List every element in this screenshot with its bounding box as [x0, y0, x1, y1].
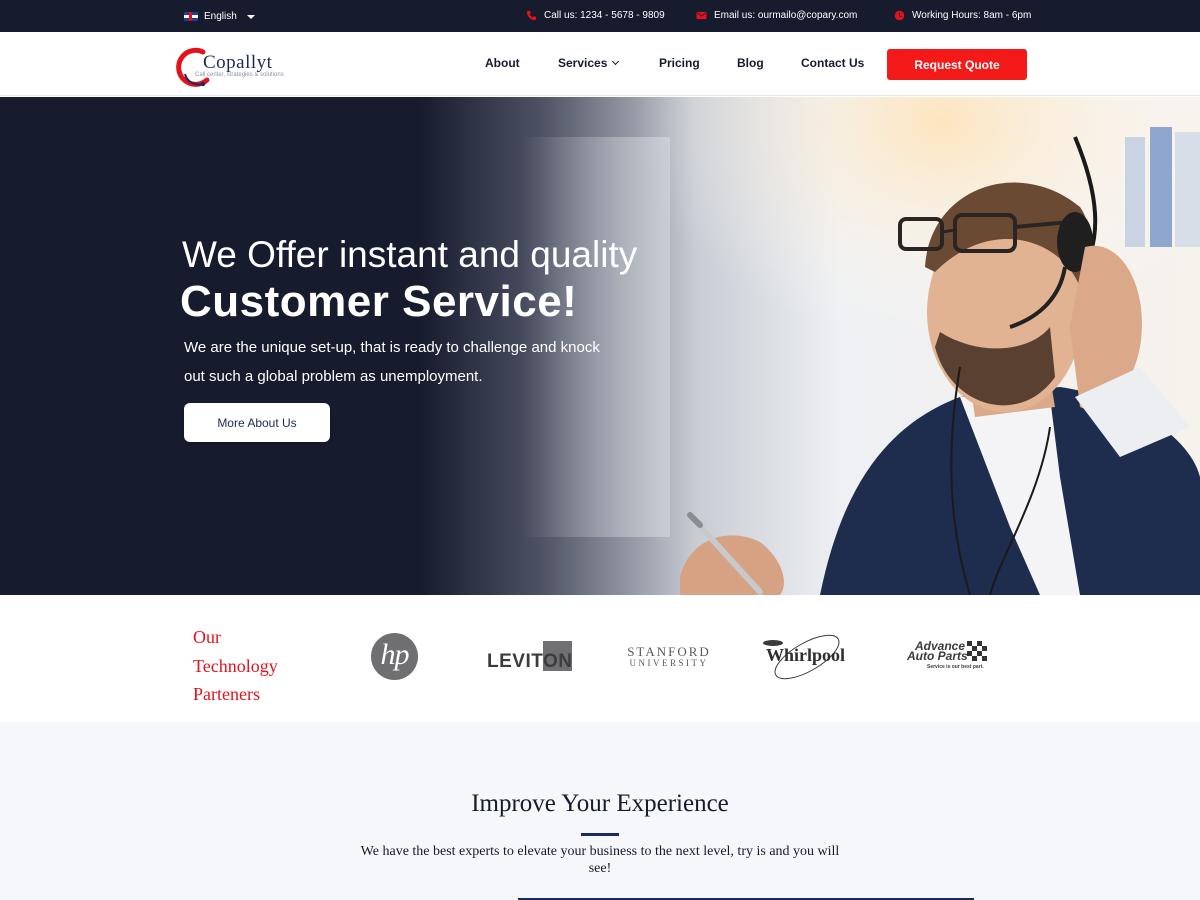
- advance-logo-line2: Auto Parts: [907, 649, 968, 663]
- language-selector[interactable]: English: [184, 11, 255, 22]
- partners-heading-line3: Parteners: [193, 684, 260, 704]
- stanford-logo-line2: UNIVERSITY: [629, 658, 709, 668]
- partners-heading-line2: Technology: [193, 655, 278, 676]
- caret-down-icon: [246, 14, 255, 19]
- top-bar: English Call us: 1234 - 5678 - 9809 Emai…: [0, 0, 1200, 32]
- nav-services-label: Services: [558, 56, 608, 70]
- improve-description: We have the best experts to elevate your…: [360, 844, 840, 876]
- hero-section: We Offer instant and quality Customer Se…: [0, 97, 1200, 595]
- checkered-flag-icon: [967, 641, 987, 661]
- hero-heading-line1: We Offer instant and quality: [182, 234, 638, 275]
- stanford-logo-line1: STANFORD: [627, 644, 711, 659]
- hours-info: Working Hours: 8am - 6pm: [894, 10, 1031, 21]
- more-about-us-button[interactable]: More About Us: [184, 403, 330, 442]
- advance-auto-parts-logo[interactable]: Advance Auto Parts Service is our best p…: [905, 640, 991, 673]
- nav-contact-us[interactable]: Contact Us: [801, 56, 864, 70]
- chevron-down-icon: [612, 57, 620, 66]
- nav-blog[interactable]: Blog: [737, 56, 764, 70]
- email-text: Email us: ourmailo@copary.com: [714, 10, 858, 21]
- phone-text: Call us: 1234 - 5678 - 9809: [544, 10, 665, 21]
- improve-section: Improve Your Experience We have the best…: [0, 722, 1200, 900]
- clock-icon: [894, 10, 905, 21]
- site-logo[interactable]: Copallyt Call center, strategies & solut…: [173, 42, 293, 88]
- nav-pricing[interactable]: Pricing: [659, 56, 700, 70]
- partners-heading-line1: Our: [193, 627, 221, 647]
- email-info[interactable]: Email us: ourmailo@copary.com: [696, 10, 857, 21]
- request-quote-button[interactable]: Request Quote: [887, 49, 1027, 80]
- leviton-logo[interactable]: LEVITON: [486, 641, 574, 673]
- hero-heading-line2: Customer Service!: [180, 277, 578, 326]
- nav-services[interactable]: Services: [558, 56, 620, 70]
- leviton-logo-text: LEVITON: [487, 651, 573, 672]
- phone-info[interactable]: Call us: 1234 - 5678 - 9809: [526, 10, 665, 21]
- hp-logo[interactable]: hp: [371, 633, 418, 680]
- advance-logo-slogan: Service is our best part.: [927, 664, 984, 670]
- technology-partners: Our Technology Parteners hp LEVITON STAN…: [0, 595, 1200, 722]
- partners-heading: Our Technology Parteners: [193, 623, 303, 709]
- heading-underline: [581, 833, 619, 836]
- logo-name: Copallyt: [203, 52, 273, 73]
- hp-logo-text: hp: [380, 637, 410, 671]
- uk-flag-icon: [184, 12, 198, 21]
- hours-text: Working Hours: 8am - 6pm: [912, 10, 1032, 21]
- stanford-logo[interactable]: STANFORD UNIVERSITY: [624, 645, 714, 671]
- nav-about[interactable]: About: [485, 56, 520, 70]
- envelope-icon: [696, 11, 707, 20]
- hero-subtitle: We are the unique set-up, that is ready …: [184, 339, 600, 385]
- improve-heading: Improve Your Experience: [471, 790, 729, 817]
- whirlpool-logo[interactable]: Whirlpool: [760, 633, 848, 681]
- language-label: English: [204, 11, 237, 22]
- whirlpool-logo-text: Whirlpool: [766, 645, 846, 665]
- main-header: Copallyt Call center, strategies & solut…: [0, 32, 1200, 96]
- logo-tagline: Call center, strategies & solutions: [195, 72, 284, 78]
- phone-icon: [526, 10, 537, 21]
